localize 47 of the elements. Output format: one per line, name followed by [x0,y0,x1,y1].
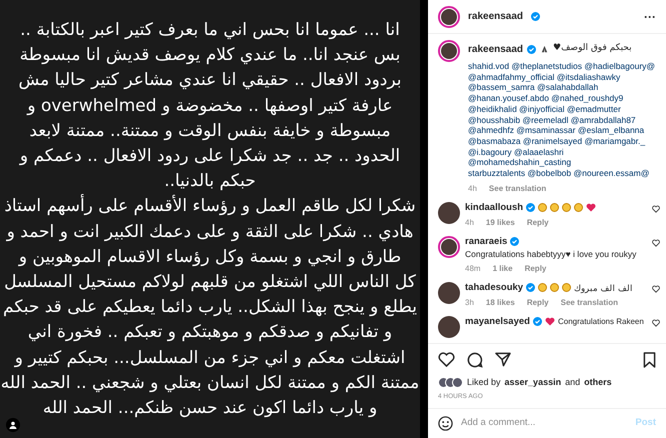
mention-line[interactable]: @ahmadfahmy_official @itsdaliashawky [468,72,656,82]
comment-text: Congratulations habebtyyy♥ i love you roukyy [465,248,636,260]
username[interactable]: rakeensaad [468,9,524,24]
username[interactable]: kindaalloush [465,202,524,214]
mention-line[interactable]: @mohamedshahin_casting [468,157,656,168]
mention-line[interactable]: shahid.vod @theplanetstudios @hadielbagoury@ [468,61,656,72]
comment-time: 48m [465,262,481,275]
post-text-line: يطلع و ينجح بهذا الشكل.. يارب دائما يعطيكم على قد حبكم [3,296,417,320]
post-time: 4h [468,182,477,195]
more-options-button[interactable]: ··· [644,8,656,26]
post-text-line: ممتنة الكم و ممتنة لكل انسان بعتلي و شجعني .. الحمد الله [0,372,420,395]
post-text-line: الحدود .. جد .. جد شكرا على ردود الافعال .. دعمكم و [20,145,400,168]
post-text-line: مبسوطة و خايفة بنفس الوقت و ممتنة.. ممتنة لابعد [29,120,391,143]
post-text-line: كل الناس اللي اشتغلو من قلبهم لولاكم مستحيل المسلسل [4,271,416,294]
username[interactable]: tahadesouky [465,282,524,294]
post-text-line: و تفانيكم و صدقكم و موهبتكم و تعبكم .. فخورة اني [28,321,392,344]
comment-text: الف الف مبروك [574,282,633,294]
post-text-line: انا ... عموما انا بحس اني ما بعرف كتير اعبر بالكتابة .. [20,19,400,42]
post-text-line: طارق و انجي و بسمة وكل رؤساء الاقسام الموهوبين و [18,246,402,269]
mention-line[interactable]: @i.bagoury @alaaelashri [468,146,656,158]
mention-line[interactable]: starbuzztalents @bobelbob @noureen.essam@ [468,168,656,179]
post-text-line: بردود الافعال .. حقيقي انا عندي مشاعر كتير حاليا مش [18,69,402,92]
mention-line[interactable]: @basmabaza @ranimelsayed @mariamgabr._ [468,136,656,147]
mention-line[interactable]: @heidikhalid @injyofficial @emadmutter [468,104,656,115]
comment-input-field[interactable]: Add a comment... [461,416,628,431]
username[interactable]: mayanelsayed [465,316,530,328]
post-text-line: و يارب دائما اكون عند حسن ظنكم... الحمد الله [42,397,378,420]
post-text-line: اشتغلت معكم و اني جزء من المسلسل... بحبكم كتيير و [14,346,406,370]
liked-by-label: and [565,376,580,389]
post-text-line: بس عنجد انا.. ما عندي كلام يوصف قديش انا مبسوطة [20,44,400,68]
caption-text: بحبكم فوق الوصف♥ [553,42,632,56]
comment-text: Congratulations Rakeen [558,316,644,328]
mention-line[interactable]: @ahmedhfz @msaminassar @eslam_elbanna [468,125,656,136]
comment-time: 4h [465,216,474,229]
post-text-line: هادي .. شكرا على الثقة و على دعمك الكبير انت و احمد و [6,220,414,244]
post-text-line: حبكم بالدنيا.. [164,170,256,194]
mention-line[interactable]: @bassem_samra @salahabdallah [468,82,656,94]
others-link[interactable]: others [584,376,612,390]
mention-line[interactable]: @hanan.yousef.abdo @nahed_roushdy9 [468,93,656,104]
username[interactable]: rakeensaad [468,42,524,56]
username[interactable]: asser_yassin [504,376,562,390]
post-text-line: شكرا لكل طاقم العمل و رؤساء الأقسام على رأسهم استاذ [4,194,416,218]
liked-by-label: Liked by [467,376,501,389]
mention-line[interactable]: @housshabib @reemeladl @amrabdallah87 [468,114,656,126]
post-text-line: عارفة كتير اوصفها .. مخضوضة و overwhelmed و [27,94,393,118]
username[interactable]: ranaraeis [465,236,508,248]
comment-time: 3h [465,296,474,309]
